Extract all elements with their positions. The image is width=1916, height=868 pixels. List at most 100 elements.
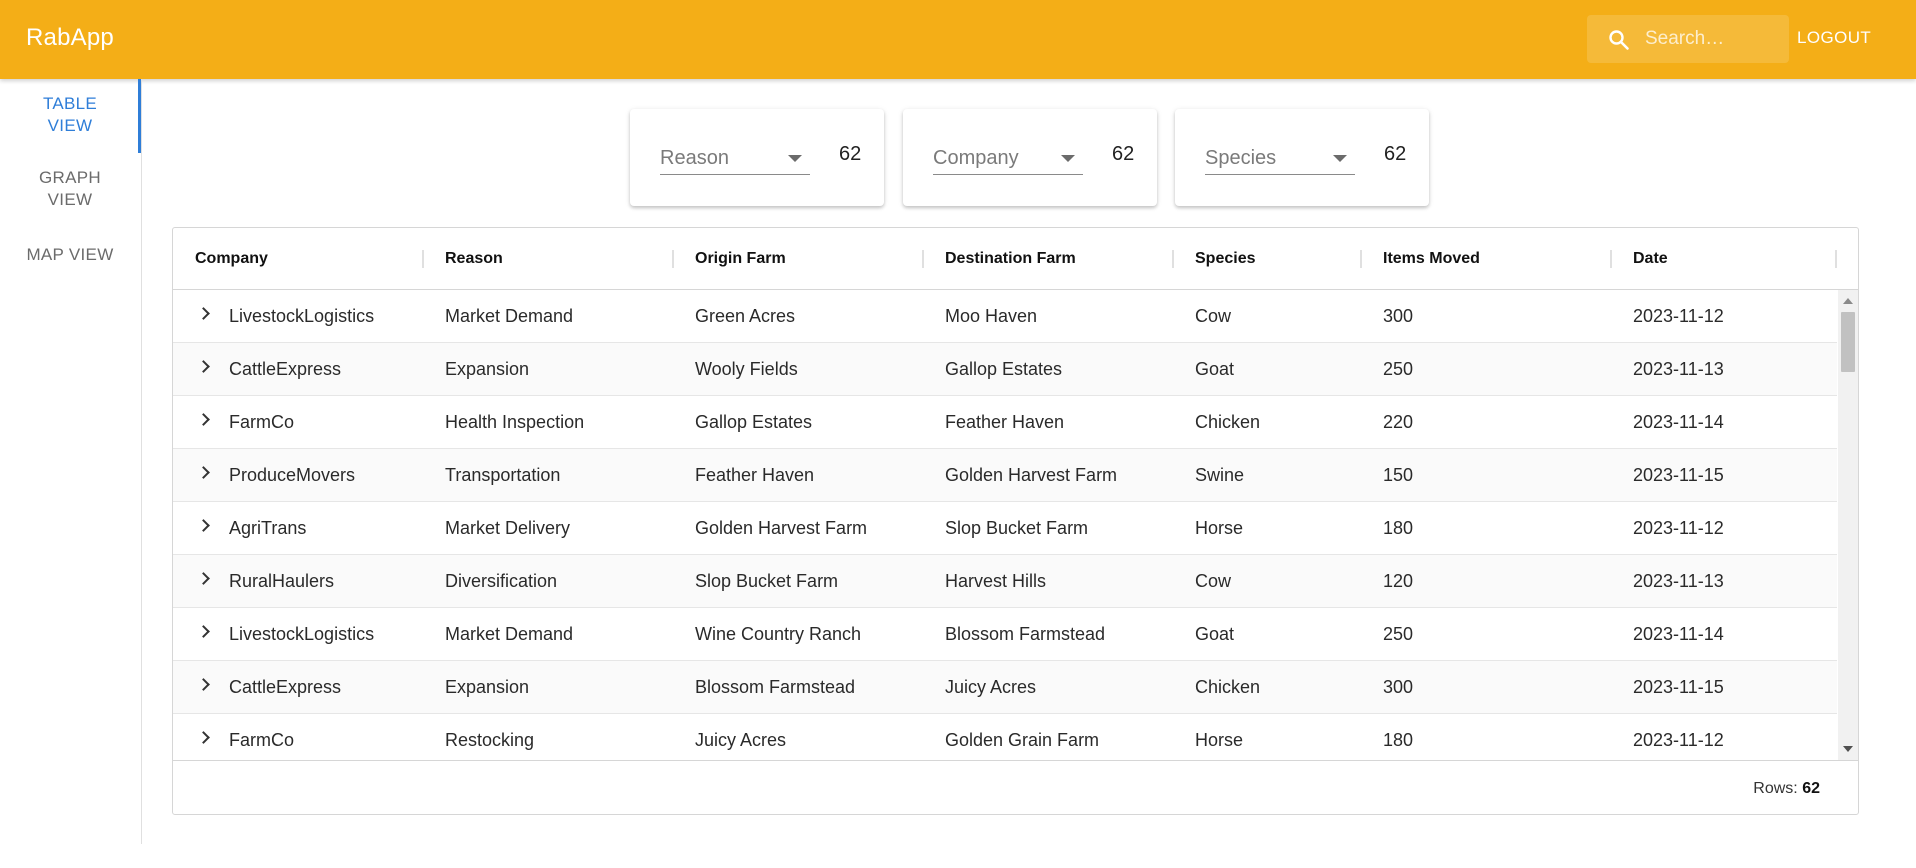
table-row[interactable]: ProduceMovers Transportation Feather Haven… [173,449,1837,502]
cell-company: CattleExpress [229,677,342,697]
table-row[interactable]: FarmCo Health Inspection Gallop Estates Fea… [173,396,1837,449]
cell-origin-farm: Green Acres [695,306,796,326]
table-row[interactable]: LivestockLogistics Market Demand Wine Coun… [173,608,1837,661]
table-row[interactable]: LivestockLogistics Market Demand Green Acr… [173,290,1837,343]
reason-select[interactable]: Reason [660,139,810,175]
cell-company: AgriTrans [229,518,307,538]
sidebar-nav: TABLE VIEW GRAPH VIEW MAP VIEW [0,79,142,844]
cell-items-moved: 250 [1383,359,1414,379]
cell-date: 2023-11-13 [1633,571,1724,591]
cell-destination-farm: Golden Harvest Farm [945,465,1118,485]
sidebar-item-label: TABLE [42,94,98,113]
cell-company: RuralHaulers [229,571,335,591]
cell-species: Chicken [1195,412,1261,432]
sidebar-item-label: VIEW [47,190,93,209]
grid-header: Company Reason Origin Farm Destination F… [173,228,1858,290]
sidebar-item-label: GRAPH [39,168,101,187]
cell-origin-farm: Golden Harvest Farm [695,518,868,538]
cell-company: LivestockLogistics [229,624,375,644]
cell-reason: Market Demand [445,624,574,644]
cell-items-moved: 150 [1383,465,1414,485]
cell-items-moved: 180 [1383,518,1414,538]
search-icon [1609,30,1629,50]
cell-date: 2023-11-14 [1633,412,1724,432]
grid-footer: Rows: 62 [173,760,1858,814]
species-filter-card: Species 62 [1175,109,1429,206]
cell-origin-farm: Slop Bucket Farm [695,571,839,591]
cell-destination-farm: Juicy Acres [945,677,1037,697]
grid-body: LivestockLogistics Market Demand Green Acr… [173,290,1837,760]
company-select[interactable]: Company [933,139,1083,175]
cell-destination-farm: Harvest Hills [945,571,1047,591]
sidebar-item-map-view[interactable]: MAP VIEW [0,244,140,266]
cell-date: 2023-11-13 [1633,359,1724,379]
cell-origin-farm: Wooly Fields [695,359,798,379]
table-row[interactable]: RuralHaulers Diversification Slop Bucket F… [173,555,1837,608]
vertical-scrollbar[interactable] [1838,290,1858,760]
reason-select-label: Reason [660,147,729,169]
species-select[interactable]: Species [1205,139,1355,175]
cell-reason: Restocking [445,730,535,750]
cell-date: 2023-11-12 [1633,306,1724,326]
cell-items-moved: 250 [1383,624,1414,644]
cell-species: Horse [1195,730,1244,750]
logout-button[interactable]: LOGOUT [1797,28,1871,48]
company-select-label: Company [933,147,1019,169]
search-input[interactable] [1645,25,1781,53]
cell-species: Goat [1195,624,1235,644]
reason-filter-card: Reason 62 [630,109,884,206]
row-count: Rows: 62 [1753,780,1820,798]
species-count: 62 [1384,143,1407,165]
cell-species: Swine [1195,465,1245,485]
cell-origin-farm: Juicy Acres [695,730,787,750]
cell-species: Cow [1195,571,1232,591]
table-row[interactable]: FarmCo Restocking Juicy Acres Golden Grain … [173,714,1837,760]
data-grid: Company Reason Origin Farm Destination F… [172,227,1859,815]
table-row[interactable]: CattleExpress Expansion Wooly Fields Gallop… [173,343,1837,396]
scrollbar-thumb[interactable] [1841,312,1855,372]
column-header-reason[interactable]: Reason [423,228,503,290]
row-count-value: 62 [1802,780,1820,797]
cell-date: 2023-11-15 [1633,465,1724,485]
cell-items-moved: 300 [1383,306,1414,326]
cell-species: Goat [1195,359,1235,379]
sidebar-item-label: MAP VIEW [26,245,114,264]
company-count: 62 [1112,143,1135,165]
cell-origin-farm: Blossom Farmstead [695,677,856,697]
sidebar-item-table-view[interactable]: TABLE VIEW [0,93,140,137]
scroll-down-arrow-icon[interactable] [1843,746,1853,752]
scroll-up-arrow-icon[interactable] [1843,298,1853,304]
app-title[interactable]: RabApp [26,24,114,52]
column-separator[interactable] [1835,250,1837,268]
cell-company: ProduceMovers [229,465,356,485]
column-header-destination-farm[interactable]: Destination Farm [923,228,1076,290]
cell-species: Cow [1195,306,1232,326]
column-header-species[interactable]: Species [1173,228,1255,290]
column-header-items-moved[interactable]: Items Moved [1361,228,1480,290]
cell-species: Horse [1195,518,1244,538]
cell-reason: Market Delivery [445,518,571,538]
species-select-label: Species [1205,147,1277,169]
cell-items-moved: 300 [1383,677,1414,697]
column-header-origin-farm[interactable]: Origin Farm [673,228,786,290]
caret-down-icon [1333,155,1347,162]
cell-destination-farm: Golden Grain Farm [945,730,1100,750]
row-count-label: Rows: [1753,780,1798,797]
cell-date: 2023-11-15 [1633,677,1724,697]
cell-date: 2023-11-14 [1633,624,1724,644]
cell-destination-farm: Moo Haven [945,306,1038,326]
table-row[interactable]: AgriTrans Market Delivery Golden Harvest F… [173,502,1837,555]
cell-items-moved: 180 [1383,730,1414,750]
table-row[interactable]: CattleExpress Expansion Blossom Farmstead J… [173,661,1837,714]
cell-date: 2023-11-12 [1633,730,1724,750]
column-header-date[interactable]: Date [1611,228,1668,290]
cell-reason: Diversification [445,571,558,591]
cell-reason: Market Demand [445,306,574,326]
cell-company: LivestockLogistics [229,306,375,326]
reason-count: 62 [839,143,862,165]
sidebar-item-graph-view[interactable]: GRAPH VIEW [0,167,140,211]
cell-destination-farm: Slop Bucket Farm [945,518,1089,538]
sidebar-item-label: VIEW [47,116,93,135]
search-box[interactable] [1587,15,1789,63]
column-header-company[interactable]: Company [173,228,268,290]
